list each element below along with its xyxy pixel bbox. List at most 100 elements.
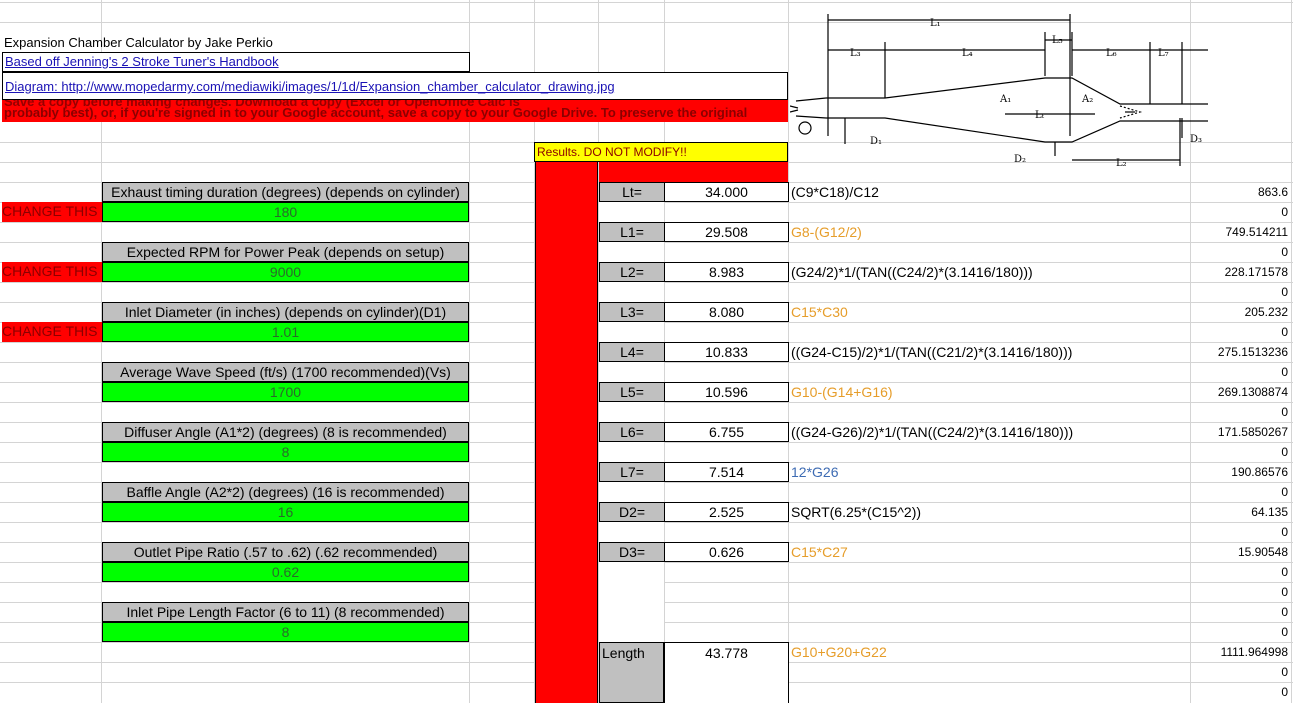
diagram-label-l3: L₃ bbox=[850, 48, 861, 59]
right-value: 0 bbox=[1281, 365, 1288, 379]
input-label-rpm: Expected RPM for Power Peak (depends on … bbox=[102, 242, 469, 262]
input-label-inlet-diameter: Inlet Diameter (in inches) (depends on c… bbox=[102, 302, 469, 322]
results-header: Results. DO NOT MODIFY!! bbox=[534, 142, 788, 162]
result-value-d3: 0.626 bbox=[664, 542, 789, 562]
input-label-inlet-length-factor: Inlet Pipe Length Factor (6 to 11) (8 re… bbox=[102, 602, 469, 622]
result-label-lt: Lt= bbox=[599, 182, 665, 202]
result-formula-l7: 12*G26 bbox=[788, 462, 838, 482]
change-this-badge: CHANGE THIS bbox=[2, 322, 102, 342]
right-value: 15.90548 bbox=[1237, 545, 1288, 559]
result-formula-lt: (C9*C18)/C12 bbox=[788, 182, 879, 202]
result-formula-l3: C15*C30 bbox=[788, 302, 848, 322]
diagram-label-l1: L₁ bbox=[930, 18, 941, 29]
right-value: 0 bbox=[1281, 625, 1288, 639]
result-value-l6: 6.755 bbox=[664, 422, 789, 442]
input-label-exhaust-timing: Exhaust timing duration (degrees) (depen… bbox=[102, 182, 469, 202]
result-label-d2: D2= bbox=[599, 502, 665, 522]
results-red-band bbox=[599, 162, 788, 182]
diagram-label-d1: D₁ bbox=[870, 136, 882, 147]
result-label-l6: L6= bbox=[599, 422, 665, 442]
result-value-l3: 8.080 bbox=[664, 302, 789, 322]
input-diffuser-angle[interactable]: 8 bbox=[102, 442, 469, 462]
result-value-l4: 10.833 bbox=[664, 342, 789, 362]
input-label-diffuser-angle: Diffuser Angle (A1*2) (degrees) (8 is re… bbox=[102, 422, 469, 442]
diagram-label-lt: Lₜ bbox=[1035, 110, 1045, 121]
input-outlet-ratio[interactable]: 0.62 bbox=[102, 562, 469, 582]
diagram-label-l6: L₆ bbox=[1106, 48, 1117, 59]
length-label: Length bbox=[602, 645, 645, 661]
result-value-l7: 7.514 bbox=[664, 462, 789, 482]
diagram-label-d3: D₃ bbox=[1190, 134, 1202, 145]
input-baffle-angle[interactable]: 16 bbox=[102, 502, 469, 522]
result-label-l5: L5= bbox=[599, 382, 665, 402]
diagram-label-a2: A₂ bbox=[1081, 94, 1093, 105]
input-inlet-diameter[interactable]: 1.01 bbox=[102, 322, 469, 342]
input-wave-speed[interactable]: 1700 bbox=[102, 382, 469, 402]
results-label-column bbox=[599, 182, 664, 703]
result-formula-l4: ((G24-C15)/2)*1/(TAN((C21/2)*(3.1416/180… bbox=[788, 342, 1072, 362]
right-value: 190.86576 bbox=[1231, 465, 1288, 479]
right-value: 0 bbox=[1281, 325, 1288, 339]
result-formula-l2: (G24/2)*1/(TAN((C24/2)*(3.1416/180))) bbox=[788, 262, 1033, 282]
result-label-l7: L7= bbox=[599, 462, 665, 482]
source-link-cell[interactable]: Based off Jenning's 2 Stroke Tuner's Han… bbox=[2, 52, 470, 72]
diagram-link[interactable]: Diagram: http://www.mopedarmy.com/mediaw… bbox=[5, 79, 615, 94]
diagram-link-cell[interactable]: Diagram: http://www.mopedarmy.com/mediaw… bbox=[2, 72, 788, 100]
input-label-baffle-angle: Baffle Angle (A2*2) (degrees) (16 is rec… bbox=[102, 482, 469, 502]
right-value: 228.171578 bbox=[1224, 265, 1288, 279]
input-inlet-length-factor[interactable]: 8 bbox=[102, 622, 469, 642]
diagram-label-a1: A₁ bbox=[999, 94, 1011, 105]
results-red-column bbox=[535, 162, 598, 703]
input-label-outlet-ratio: Outlet Pipe Ratio (.57 to .62) (.62 reco… bbox=[102, 542, 469, 562]
result-value-l1: 29.508 bbox=[664, 222, 789, 242]
right-value: 0 bbox=[1281, 245, 1288, 259]
result-value-l2: 8.983 bbox=[664, 262, 789, 282]
result-value-d2: 2.525 bbox=[664, 502, 789, 522]
right-value: 0 bbox=[1281, 445, 1288, 459]
length-value: 43.778 bbox=[664, 642, 789, 703]
result-formula-l1: G8-(G12/2) bbox=[788, 222, 862, 242]
change-this-badge: CHANGE THIS bbox=[2, 262, 102, 282]
right-value: 0 bbox=[1281, 685, 1288, 699]
right-value: 171.5850267 bbox=[1217, 425, 1288, 439]
input-exhaust-timing[interactable]: 180 bbox=[102, 202, 469, 222]
diagram-label-l2: L₂ bbox=[1116, 158, 1127, 169]
input-rpm[interactable]: 9000 bbox=[102, 262, 469, 282]
diagram-label-l4: L₄ bbox=[962, 48, 973, 59]
result-label-l4: L4= bbox=[599, 342, 665, 362]
source-link[interactable]: Based off Jenning's 2 Stroke Tuner's Han… bbox=[5, 54, 279, 69]
notice-banner: Save a copy before making changes. Downl… bbox=[2, 100, 788, 122]
right-value: 0 bbox=[1281, 665, 1288, 679]
right-value: 275.1513236 bbox=[1217, 345, 1288, 359]
input-label-wave-speed: Average Wave Speed (ft/s) (1700 recommen… bbox=[102, 362, 469, 382]
result-label-d3: D3= bbox=[599, 542, 665, 562]
right-value: 269.1308874 bbox=[1217, 385, 1288, 399]
notice-text: probably best), or, if you're signed in … bbox=[4, 105, 748, 120]
right-value: 1111.964998 bbox=[1220, 645, 1288, 659]
result-formula-d3: C15*C27 bbox=[788, 542, 848, 562]
result-label-l1: L1= bbox=[599, 222, 665, 242]
length-formula: G10+G20+G22 bbox=[788, 642, 887, 662]
right-value: 0 bbox=[1281, 205, 1288, 219]
right-value: 64.135 bbox=[1251, 505, 1288, 519]
diagram-label-l7: L₇ bbox=[1158, 48, 1169, 59]
result-label-l3: L3= bbox=[599, 302, 665, 322]
right-value: 205.232 bbox=[1244, 305, 1288, 319]
right-value: 0 bbox=[1281, 485, 1288, 499]
result-value-l5: 10.596 bbox=[664, 382, 789, 402]
right-value: 0 bbox=[1281, 585, 1288, 599]
right-value: 0 bbox=[1281, 525, 1288, 539]
result-label-l2: L2= bbox=[599, 262, 665, 282]
right-value-column: 863.6 0 749.514211 0 228.171578 0 205.23… bbox=[1190, 182, 1291, 702]
diagram-label-l5: L₅ bbox=[1052, 35, 1063, 46]
expansion-chamber-diagram: L₁ L₃ L₄ L₅ L₆ L₇ A₁ A₂ Lₜ D₁ D₂ L₂ D₃ bbox=[789, 6, 1210, 174]
diagram-label-d2: D₂ bbox=[1014, 154, 1026, 165]
change-this-badge: CHANGE THIS bbox=[2, 202, 102, 222]
length-formula-border bbox=[788, 642, 789, 703]
result-value-lt: 34.000 bbox=[664, 182, 789, 202]
right-value: 863.6 bbox=[1257, 185, 1288, 199]
right-value: 0 bbox=[1281, 565, 1288, 579]
right-value: 0 bbox=[1281, 285, 1288, 299]
right-value: 0 bbox=[1281, 405, 1288, 419]
result-formula-d2: SQRT(6.25*(C15^2)) bbox=[788, 502, 921, 522]
